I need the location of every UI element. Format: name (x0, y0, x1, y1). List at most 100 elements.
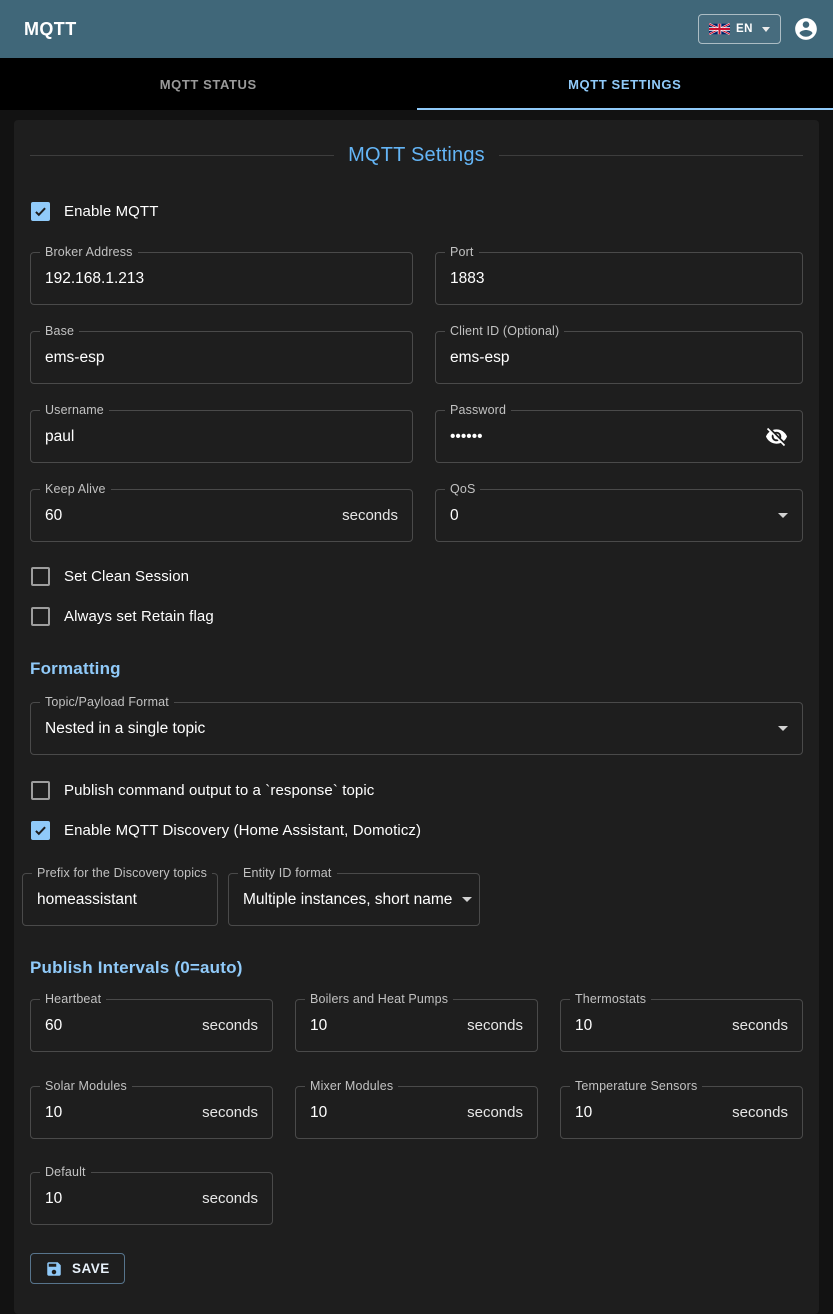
interval-field-boilers[interactable]: Boilers and Heat Pumps 10 seconds (295, 999, 538, 1052)
base-field[interactable]: Base ems-esp (30, 331, 413, 384)
field-unit: seconds (202, 1190, 258, 1207)
field-row: Keep Alive 60 seconds QoS 0 (30, 489, 803, 542)
formatting-heading: Formatting (30, 659, 803, 679)
chevron-down-icon (778, 726, 788, 731)
enable-mqtt-label: Enable MQTT (64, 203, 158, 220)
field-value: 10 (45, 1190, 202, 1208)
field-label: Heartbeat (40, 992, 106, 1006)
mqtt-discovery-checkbox[interactable] (31, 821, 50, 840)
uk-flag-icon (709, 23, 730, 35)
field-label: Thermostats (570, 992, 651, 1006)
page-title: MQTT (24, 19, 77, 40)
field-label: Boilers and Heat Pumps (305, 992, 453, 1006)
field-label: Password (445, 403, 511, 417)
card-title: MQTT Settings (348, 144, 485, 167)
field-unit: seconds (467, 1104, 523, 1121)
username-field[interactable]: Username paul (30, 410, 413, 463)
interval-field-heartbeat[interactable]: Heartbeat 60 seconds (30, 999, 273, 1052)
card-title-divider: MQTT Settings (30, 144, 803, 167)
field-value: 10 (575, 1104, 732, 1122)
field-label: Prefix for the Discovery topics (32, 866, 212, 880)
field-unit: seconds (467, 1017, 523, 1034)
chevron-down-icon (778, 513, 788, 518)
password-field[interactable]: Password •••••• (435, 410, 803, 463)
tab-mqtt-settings[interactable]: MQTT SETTINGS (417, 58, 833, 110)
visibility-off-icon[interactable] (765, 425, 788, 448)
appbar-actions: EN (698, 14, 819, 44)
field-value: Multiple instances, short name (243, 891, 452, 909)
interval-field-solar[interactable]: Solar Modules 10 seconds (30, 1086, 273, 1139)
interval-field-temperature[interactable]: Temperature Sensors 10 seconds (560, 1086, 803, 1139)
save-button-label: SAVE (72, 1261, 110, 1276)
save-icon (45, 1260, 63, 1278)
field-label: Entity ID format (238, 866, 337, 880)
field-value: 1883 (450, 270, 788, 288)
publish-response-label: Publish command output to a `response` t… (64, 782, 374, 799)
retain-flag-row: Always set Retain flag (31, 605, 803, 627)
retain-flag-checkbox[interactable] (31, 607, 50, 626)
publish-intervals-heading: Publish Intervals (0=auto) (30, 958, 803, 978)
app-header: MQTT EN (0, 0, 833, 58)
tab-mqtt-status[interactable]: MQTT STATUS (0, 58, 417, 110)
field-value: 10 (310, 1104, 467, 1122)
port-field[interactable]: Port 1883 (435, 252, 803, 305)
tab-bar: MQTT STATUS MQTT SETTINGS (0, 58, 833, 110)
discovery-prefix-field[interactable]: Prefix for the Discovery topics homeassi… (22, 873, 218, 926)
clean-session-checkbox[interactable] (31, 567, 50, 586)
main-content: MQTT Settings Enable MQTT Broker Address… (0, 110, 833, 1314)
account-button[interactable] (793, 16, 819, 42)
retain-flag-label: Always set Retain flag (64, 608, 214, 625)
app-root: MQTT EN MQTT STATUS MQTT (0, 0, 833, 1314)
field-unit: seconds (202, 1017, 258, 1034)
mqtt-discovery-label: Enable MQTT Discovery (Home Assistant, D… (64, 822, 421, 839)
check-icon (33, 823, 48, 838)
enable-mqtt-checkbox[interactable] (31, 202, 50, 221)
field-value: Nested in a single topic (45, 720, 768, 738)
client-id-field[interactable]: Client ID (Optional) ems-esp (435, 331, 803, 384)
field-label: Client ID (Optional) (445, 324, 564, 338)
save-button[interactable]: SAVE (30, 1253, 125, 1284)
field-value: ems-esp (450, 349, 788, 367)
field-value: 10 (310, 1017, 467, 1035)
field-row: Base ems-esp Client ID (Optional) ems-es… (30, 331, 803, 384)
field-value: 60 (45, 1017, 202, 1035)
field-row: Broker Address 192.168.1.213 Port 1883 (30, 252, 803, 305)
discovery-fields-row: Prefix for the Discovery topics homeassi… (22, 873, 803, 926)
entity-id-format-select[interactable]: Multiple instances, short name Entity ID… (228, 873, 480, 926)
broker-address-field[interactable]: Broker Address 192.168.1.213 (30, 252, 413, 305)
field-unit: seconds (342, 507, 398, 524)
topic-format-select[interactable]: Topic/Payload Format Nested in a single … (30, 702, 803, 755)
interval-field-mixer[interactable]: Mixer Modules 10 seconds (295, 1086, 538, 1139)
chevron-down-icon (462, 897, 472, 902)
field-unit: seconds (732, 1104, 788, 1121)
field-label: Topic/Payload Format (40, 695, 174, 709)
clean-session-label: Set Clean Session (64, 568, 189, 585)
field-label: Keep Alive (40, 482, 111, 496)
field-label: QoS (445, 482, 480, 496)
publish-response-checkbox[interactable] (31, 781, 50, 800)
field-value: paul (45, 428, 398, 446)
mqtt-discovery-row: Enable MQTT Discovery (Home Assistant, D… (31, 819, 803, 841)
field-value: homeassistant (37, 891, 203, 909)
qos-select[interactable]: QoS 0 (435, 489, 803, 542)
field-label: Temperature Sensors (570, 1079, 702, 1093)
field-value: ems-esp (45, 349, 398, 367)
language-selector[interactable]: EN (698, 14, 781, 44)
interval-field-default[interactable]: Default 10 seconds (30, 1172, 273, 1225)
active-tab-indicator (417, 108, 833, 110)
field-unit: seconds (732, 1017, 788, 1034)
interval-field-thermostats[interactable]: Thermostats 10 seconds (560, 999, 803, 1052)
field-value: 10 (45, 1104, 202, 1122)
divider-line (30, 155, 334, 156)
field-value: 10 (575, 1017, 732, 1035)
enable-mqtt-row: Enable MQTT (31, 200, 803, 222)
field-label: Default (40, 1165, 91, 1179)
keep-alive-field[interactable]: Keep Alive 60 seconds (30, 489, 413, 542)
language-label: EN (736, 23, 753, 35)
publish-response-row: Publish command output to a `response` t… (31, 779, 803, 801)
settings-card: MQTT Settings Enable MQTT Broker Address… (14, 120, 819, 1314)
field-label: Port (445, 245, 479, 259)
field-value: 0 (450, 507, 768, 525)
field-label: Solar Modules (40, 1079, 132, 1093)
field-label: Base (40, 324, 79, 338)
